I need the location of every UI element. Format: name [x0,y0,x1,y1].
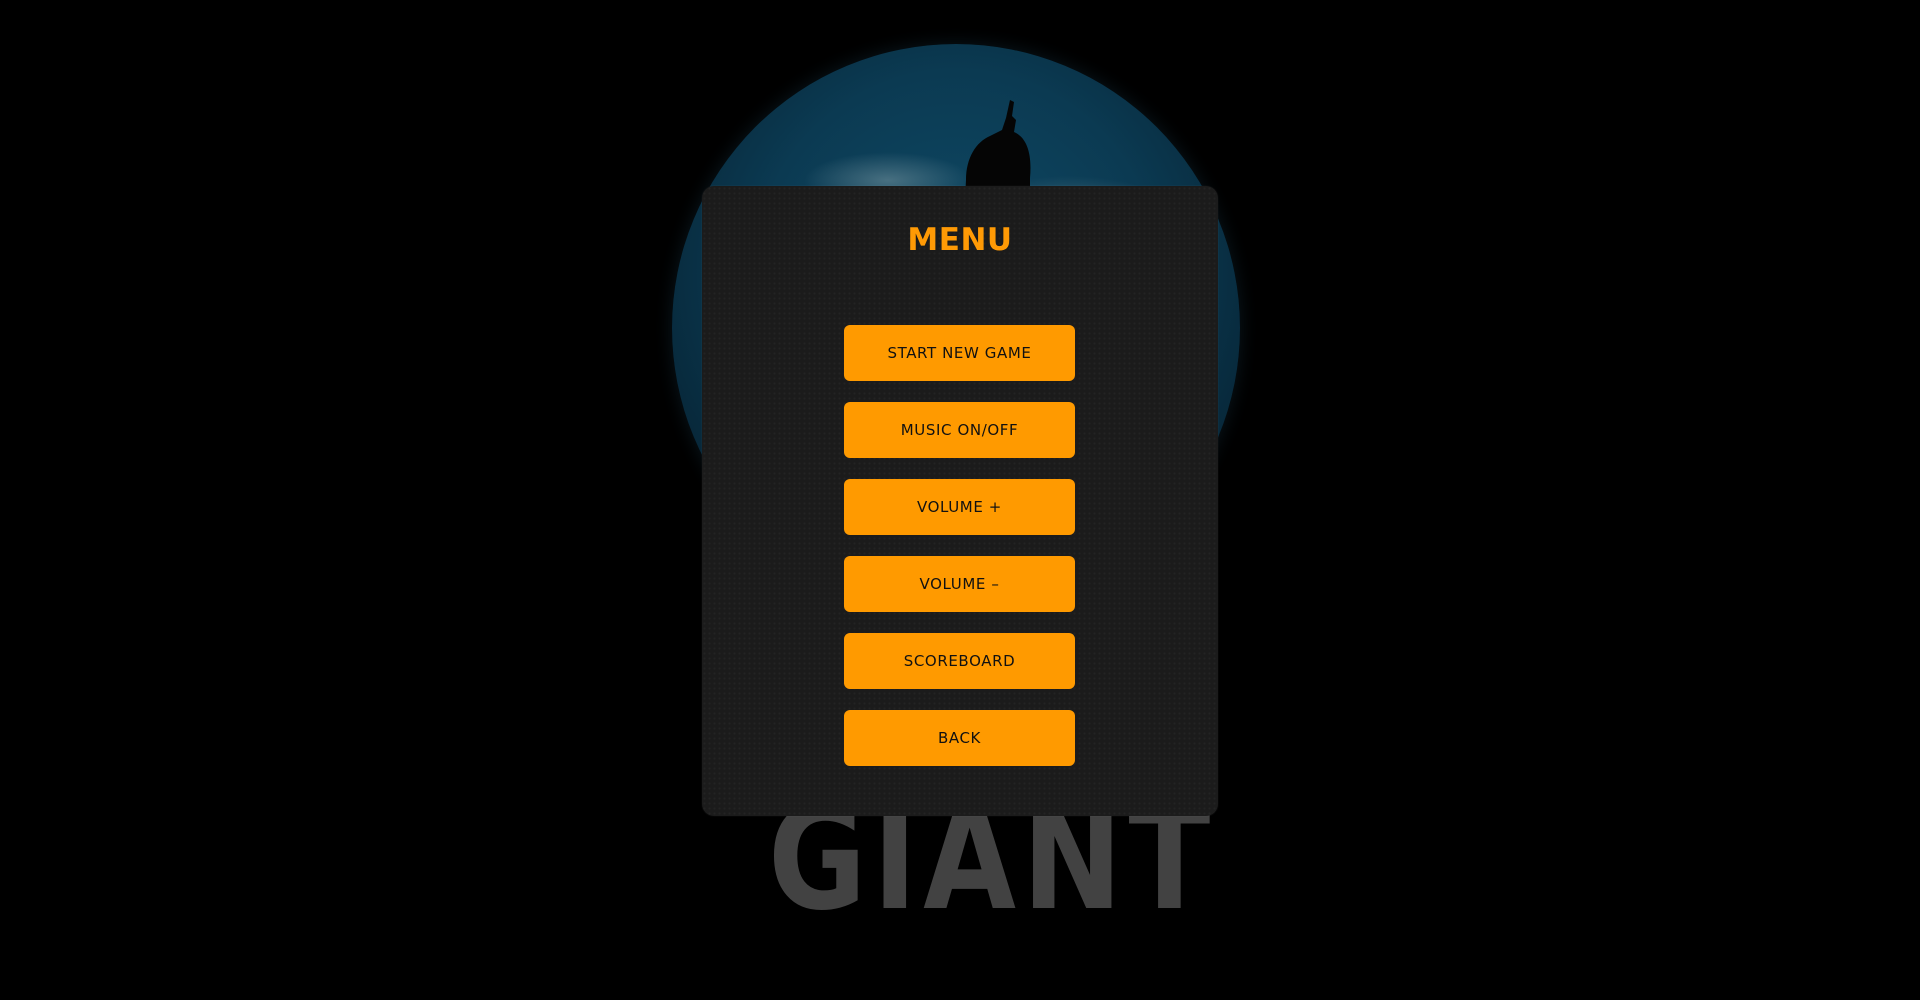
menu-title: MENU [907,222,1013,258]
music-toggle-button[interactable]: MUSIC ON/OFF [844,402,1075,458]
back-button[interactable]: BACK [844,710,1075,766]
scoreboard-button[interactable]: SCOREBOARD [844,633,1075,689]
menu-panel: MENU START NEW GAME MUSIC ON/OFF VOLUME … [702,186,1218,816]
menu-button-list: START NEW GAME MUSIC ON/OFF VOLUME + VOL… [844,325,1075,766]
volume-up-button[interactable]: VOLUME + [844,479,1075,535]
volume-down-button[interactable]: VOLUME – [844,556,1075,612]
start-new-game-button[interactable]: START NEW GAME [844,325,1075,381]
